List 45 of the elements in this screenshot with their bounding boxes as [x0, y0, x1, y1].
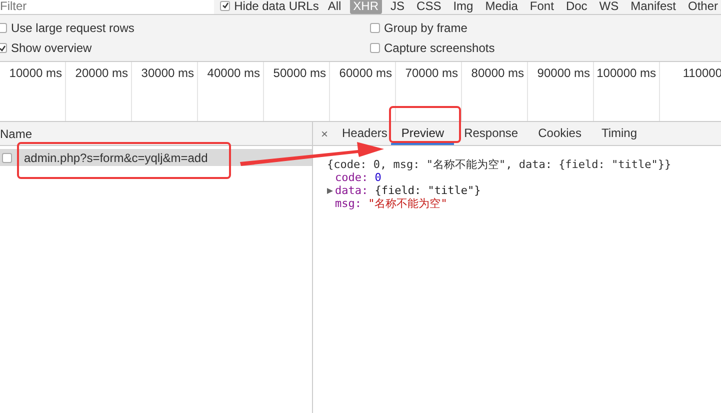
tab[interactable]: Response [454, 122, 528, 145]
time-tick: 30000 ms [132, 62, 198, 121]
time-tick: 20000 ms [66, 62, 132, 121]
tab[interactable]: Timing [591, 122, 648, 145]
time-tick: 40000 ms [198, 62, 264, 121]
type-filter[interactable]: Manifest [628, 0, 679, 14]
checkbox[interactable] [0, 43, 7, 53]
type-filter[interactable]: Doc [562, 0, 590, 14]
checkbox[interactable] [220, 0, 230, 10]
time-tick: 70000 ms [396, 62, 462, 121]
type-filter[interactable]: All [324, 0, 344, 14]
tab[interactable]: Preview [391, 122, 454, 145]
type-filter[interactable]: Media [482, 0, 521, 14]
highlight-frame [389, 106, 461, 143]
close-icon[interactable]: × [313, 122, 336, 145]
type-filter[interactable]: Img [450, 0, 476, 14]
column-header: Name [0, 126, 32, 140]
type-filter[interactable]: JS [388, 0, 408, 14]
time-tick: 90000 ms [528, 62, 594, 121]
option-label: Use large request rows [11, 21, 134, 35]
json-property: code: 0 [334, 171, 382, 184]
option-label: Capture screenshots [384, 41, 495, 55]
checkbox[interactable] [370, 23, 380, 33]
time-tick: 60000 ms [330, 62, 396, 121]
tab[interactable]: Headers [336, 122, 392, 145]
json-property[interactable]: data: {field: "title"} [327, 184, 721, 197]
json-summary: {code: 0, msg: "名称不能为空", data: {field: "title"}} [327, 158, 672, 171]
option-label: Show overview [11, 41, 92, 55]
time-tick: 100000 ms [594, 62, 660, 121]
checkbox[interactable] [370, 43, 380, 53]
filter-field[interactable]: Filter [0, 0, 214, 14]
checkbox[interactable] [0, 23, 7, 33]
type-filter[interactable]: Font [526, 0, 557, 14]
time-tick: 50000 ms [264, 62, 330, 121]
type-filter[interactable]: WS [596, 0, 622, 14]
option-label: Hide data URLs [234, 0, 319, 12]
time-tick: 10000 ms [0, 62, 66, 121]
type-filter[interactable]: Other [684, 0, 721, 14]
tab[interactable]: Cookies [528, 122, 592, 145]
expand-icon[interactable] [327, 188, 333, 194]
type-filter[interactable]: CSS [414, 0, 444, 14]
time-tick: 80000 ms [462, 62, 528, 121]
option-label: Group by frame [384, 21, 468, 35]
json-property: msg: "名称不能为空" [334, 197, 448, 210]
request-row[interactable]: admin.php?s=form&c=yqlj&m=add [0, 149, 312, 166]
